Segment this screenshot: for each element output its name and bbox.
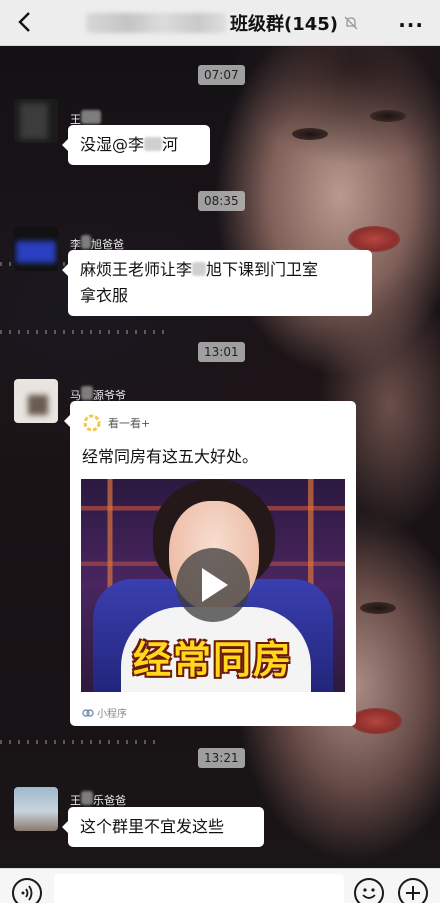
- name-redaction: [81, 110, 101, 124]
- card-footer-label: 小程序: [97, 709, 127, 720]
- bell-mute-icon: [344, 16, 358, 30]
- play-button[interactable]: [176, 548, 250, 622]
- wallpaper-detail: [350, 708, 402, 734]
- timestamp: 13:01: [198, 342, 245, 362]
- message-bubble[interactable]: 没湿@李河: [62, 125, 210, 165]
- name-redaction: [144, 137, 163, 151]
- thumbnail-caption: 经常同房: [132, 638, 293, 682]
- group-title: 班级群(145): [230, 14, 339, 35]
- sender-name: 王乐爸爸: [70, 791, 126, 808]
- message-text: 河: [162, 135, 179, 154]
- chat-header: 班级群(145) ···: [0, 0, 440, 46]
- avatar[interactable]: [14, 787, 58, 831]
- chat-title-area[interactable]: 班级群(145): [86, 0, 358, 46]
- title-redaction: [86, 13, 226, 33]
- play-icon: [202, 568, 228, 602]
- video-thumbnail[interactable]: 经常同房: [81, 479, 345, 692]
- wallpaper-detail: [292, 128, 328, 140]
- wallpaper-detail: [360, 602, 396, 614]
- chevron-left-icon: [18, 12, 30, 32]
- message-text: 旭下课到门卫室: [206, 260, 319, 279]
- card-source-name: 看一看+: [108, 417, 151, 430]
- name-redaction: [81, 791, 93, 805]
- emoji-icon: [362, 888, 376, 899]
- avatar[interactable]: [14, 379, 58, 423]
- voice-button[interactable]: [12, 878, 42, 903]
- message-input[interactable]: [54, 874, 344, 903]
- card-source: 看一看+: [82, 413, 150, 433]
- mini-program-logo-icon: [83, 414, 101, 432]
- message-text: 这个群里不宜发这些: [80, 817, 225, 836]
- avatar[interactable]: [14, 99, 58, 143]
- voice-icon: [21, 885, 33, 901]
- name-redaction: [81, 235, 91, 249]
- timestamp: 13:21: [198, 748, 245, 768]
- message-bubble[interactable]: 麻烦王老师让李 旭下课到门卫室 拿衣服: [62, 250, 372, 316]
- wallpaper-detail: [0, 740, 160, 744]
- timestamp: 07:07: [198, 65, 245, 85]
- message-text: 麻烦王老师让李: [80, 260, 193, 279]
- sender-name-text: 乐爸爸: [93, 794, 126, 807]
- message-bubble[interactable]: 这个群里不宜发这些: [62, 807, 264, 847]
- back-button[interactable]: [8, 6, 40, 38]
- sender-name-text: 王: [70, 794, 81, 807]
- timestamp: 08:35: [198, 191, 245, 211]
- card-footer: 小程序: [82, 705, 127, 720]
- plus-button[interactable]: [398, 878, 428, 903]
- mini-program-card[interactable]: 看一看+ 经常同房有这五大好处。 经常同房 小程序: [64, 401, 356, 726]
- input-bar: [0, 868, 440, 903]
- plus-icon: [406, 886, 420, 900]
- wallpaper-detail: [0, 330, 170, 334]
- message-text: 没湿@李: [80, 135, 145, 154]
- avatar[interactable]: [14, 227, 58, 271]
- message-text: 拿衣服: [80, 286, 129, 305]
- name-redaction: [81, 386, 93, 400]
- name-redaction: [192, 262, 207, 276]
- emoji-button[interactable]: [354, 878, 384, 903]
- mini-program-icon: [82, 708, 94, 717]
- card-title: 经常同房有这五大好处。: [82, 447, 259, 466]
- wallpaper-detail: [348, 226, 400, 252]
- wallpaper-detail: [370, 110, 406, 122]
- wallpaper-detail: [230, 46, 440, 166]
- more-options-button[interactable]: ···: [398, 13, 424, 37]
